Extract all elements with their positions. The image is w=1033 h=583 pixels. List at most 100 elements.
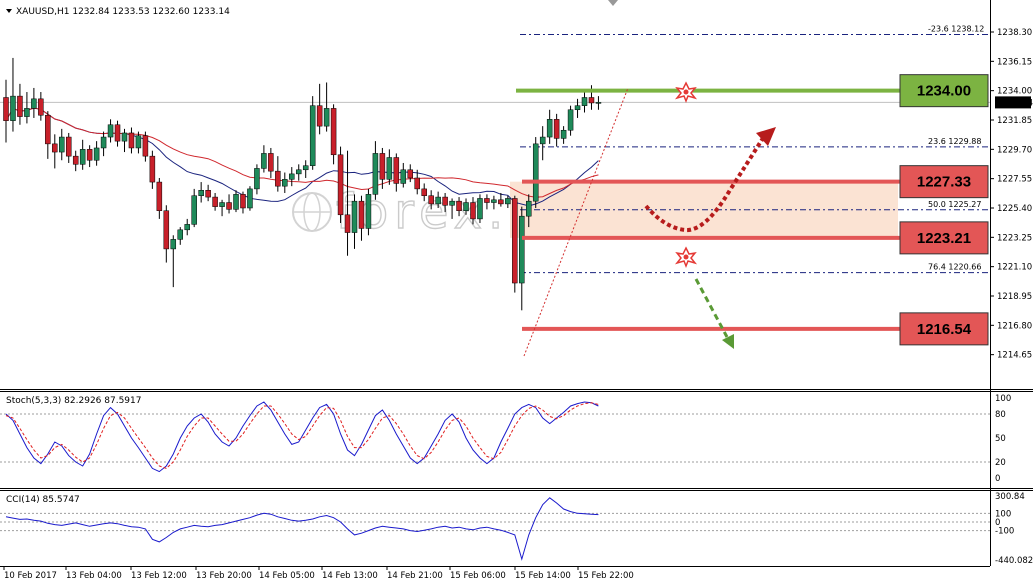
candle-body <box>505 198 511 205</box>
candle-body <box>498 199 504 205</box>
candle-body <box>295 169 302 175</box>
candle-body <box>45 114 51 145</box>
candle-body <box>10 95 16 121</box>
time-tick-label: 13 Feb 04:00 <box>66 571 122 581</box>
level-box-label: 1227.33 <box>917 174 971 191</box>
candle-body <box>31 98 37 109</box>
candle-body <box>512 198 518 284</box>
header-symbol-info: XAUUSD,H1 1232.84 1233.53 1232.60 1233.1… <box>16 7 230 17</box>
price-tick-label: 1229.70 <box>997 145 1032 155</box>
candle-body <box>560 129 567 139</box>
price-tick-label: 1225.40 <box>997 204 1032 214</box>
candle-body <box>275 170 281 187</box>
indicator-tick-label: 0 <box>995 474 1000 484</box>
cci-panel-bg <box>0 490 990 566</box>
candle-body <box>477 198 483 220</box>
candle-body <box>135 135 142 149</box>
candle-body <box>456 200 462 211</box>
candle-body <box>470 202 476 220</box>
fib-label: 23.6 1229.88 <box>928 137 981 146</box>
candle-body <box>72 155 79 165</box>
candle-body <box>302 165 309 171</box>
candle-body <box>184 224 190 231</box>
candle-body <box>163 210 170 250</box>
candle-body <box>142 135 149 157</box>
indicator-tick-label: 20 <box>995 458 1006 468</box>
candle-body <box>449 200 455 206</box>
candle-body <box>212 196 218 207</box>
candle-body <box>595 102 602 104</box>
candle-body <box>38 98 44 116</box>
time-tick-label: 14 Feb 13:00 <box>322 571 378 581</box>
candle-body <box>191 195 197 225</box>
time-tick-label: 13 Feb 12:00 <box>131 571 187 581</box>
time-tick-label: 14 Feb 21:00 <box>387 571 443 581</box>
candle-body <box>337 154 344 216</box>
candle-body <box>198 190 204 196</box>
candle-body <box>372 153 379 195</box>
price-tick-label: 1223.25 <box>997 233 1032 243</box>
candle-body <box>156 181 163 211</box>
candle-body <box>149 155 156 183</box>
candle-body <box>86 149 93 161</box>
candle-body <box>574 105 581 111</box>
level-box-label: 1234.00 <box>917 83 971 100</box>
candle-body <box>546 119 553 138</box>
price-tick-label: 1227.55 <box>997 175 1032 185</box>
candle-body <box>588 97 595 104</box>
candle-body <box>240 194 246 209</box>
candle-body <box>177 229 183 240</box>
time-tick-label: 10 Feb 2017 <box>4 571 57 581</box>
candle-body <box>79 149 86 165</box>
candle-body <box>247 188 253 209</box>
indicator-tick-label: 80 <box>995 410 1006 420</box>
candle-body <box>205 190 211 198</box>
candle-body <box>107 124 114 138</box>
candle-body <box>386 157 393 180</box>
candle-body <box>59 136 65 153</box>
candle-body <box>3 97 9 121</box>
candle-body <box>358 200 365 229</box>
current-price-label: 1233.14 <box>998 98 1033 108</box>
candle-body <box>553 119 560 139</box>
candle-body <box>484 198 490 203</box>
stoch-title: Stoch(5,3,3) 82.2926 87.5917 <box>6 396 141 406</box>
price-tick-label: 1221.10 <box>997 263 1032 273</box>
price-tick-label: 1214.65 <box>997 351 1032 361</box>
candle-body <box>442 196 448 206</box>
candle-body <box>428 195 434 205</box>
price-tick-label: 1234.00 <box>997 87 1032 97</box>
candle-body <box>24 108 30 117</box>
level-box-label: 1223.21 <box>917 230 971 247</box>
time-tick-label: 14 Feb 05:00 <box>259 571 315 581</box>
price-tick-label: 1231.85 <box>997 116 1032 126</box>
candle-body <box>567 109 574 131</box>
candle-body <box>463 202 469 211</box>
candle-body <box>17 95 23 117</box>
time-tick-label: 13 Feb 20:00 <box>196 571 252 581</box>
candle-body <box>393 157 400 184</box>
candle-body <box>526 200 532 217</box>
candle-body <box>323 108 330 127</box>
indicator-tick-label: -100 <box>995 527 1014 537</box>
candle-body <box>581 97 588 106</box>
candle-body <box>93 147 100 161</box>
time-tick-label: 15 Feb 22:00 <box>578 571 634 581</box>
candle-body <box>114 124 121 142</box>
price-tick-label: 1216.80 <box>997 321 1032 331</box>
candle-body <box>344 214 351 233</box>
stoch-panel-bg <box>0 391 990 488</box>
candle-body <box>414 177 420 190</box>
candle-body <box>351 200 358 233</box>
candle-body <box>421 188 427 196</box>
trading-chart: XAUUSD,H1 1232.84 1233.53 1232.60 1233.1… <box>0 0 1033 581</box>
time-tick-label: 15 Feb 06:00 <box>450 571 506 581</box>
candle-body <box>268 153 274 172</box>
candle-body <box>289 173 295 180</box>
candle-body <box>261 153 267 169</box>
candle-body <box>539 136 546 145</box>
candle-body <box>219 202 225 207</box>
indicator-tick-label: -440.082 <box>995 556 1033 566</box>
candle-body <box>532 143 539 202</box>
candle-body <box>330 108 337 156</box>
